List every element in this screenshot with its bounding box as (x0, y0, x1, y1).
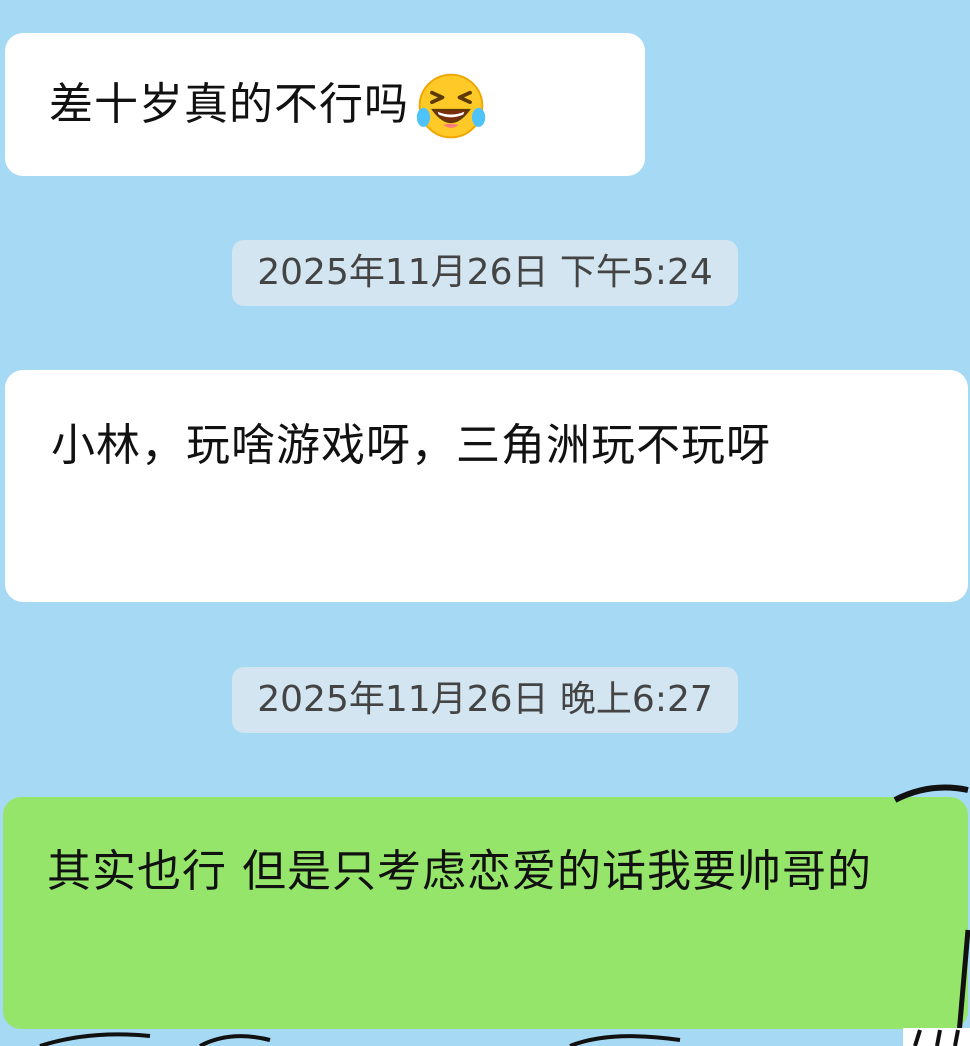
incoming-message-bubble[interactable]: 小林，玩啥游戏呀，三角洲玩不玩呀 (5, 370, 968, 602)
message-text: 其实也行 但是只考虑恋爱的话我要帅哥的 (47, 846, 872, 897)
incoming-message-bubble[interactable]: 差十岁真的不行吗 (5, 33, 645, 176)
outgoing-message-bubble[interactable]: 其实也行 但是只考虑恋爱的话我要帅哥的 (3, 797, 968, 1029)
laughing-tears-emoji-icon (416, 73, 486, 139)
message-text: 小林，玩啥游戏呀，三角洲玩不玩呀 (51, 420, 771, 471)
chat-area[interactable]: 差十岁真的不行吗 2025年11月26日 下午5:24 小林，玩啥游戏呀，三角洲… (0, 0, 970, 1046)
timestamp: 2025年11月26日 晚上6:27 (232, 667, 738, 733)
message-text: 差十岁真的不行吗 (49, 79, 409, 130)
timestamp: 2025年11月26日 下午5:24 (232, 240, 738, 306)
